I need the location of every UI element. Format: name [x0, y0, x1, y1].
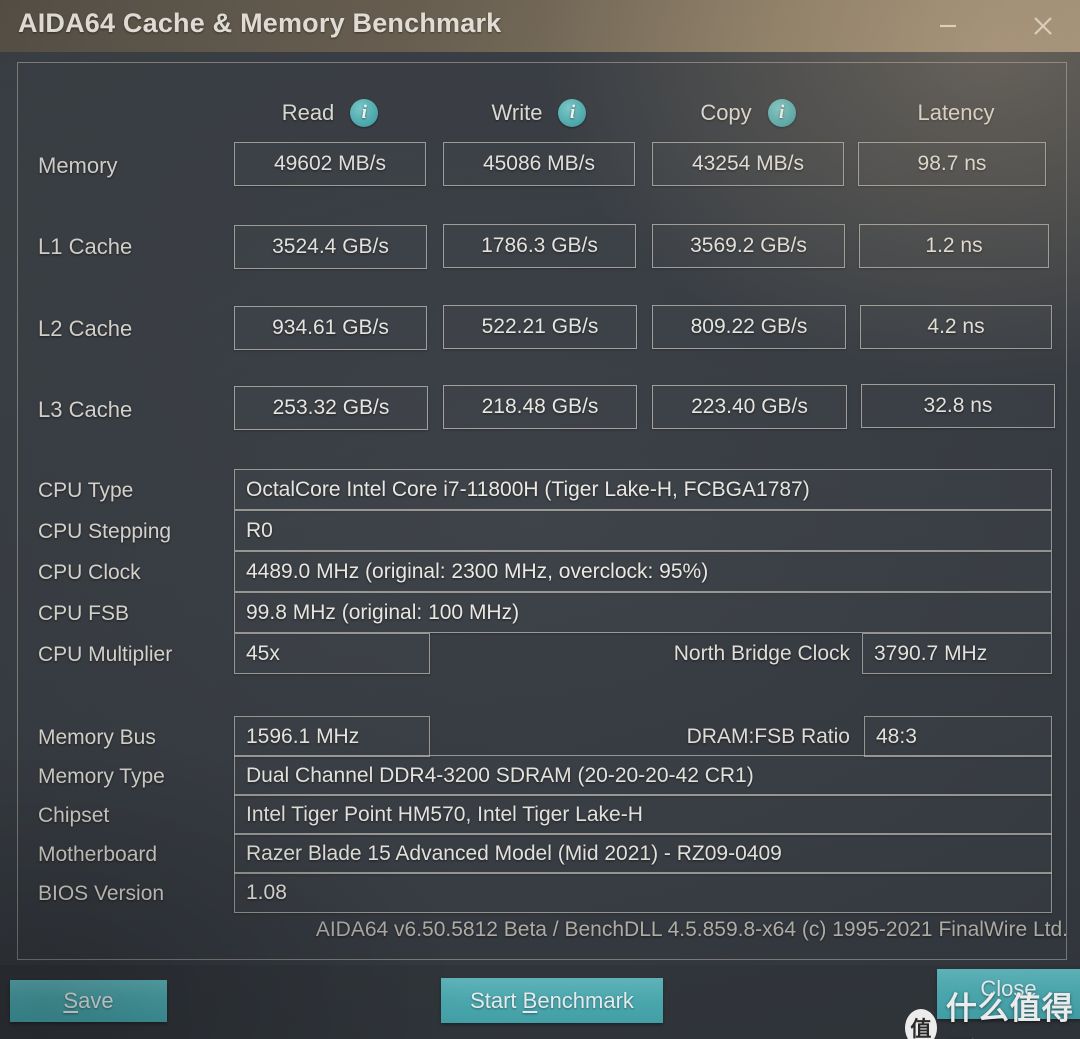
cell-l3-latency: 32.8 ns — [861, 384, 1055, 428]
column-header-label: Copy — [700, 100, 752, 125]
value-cpu-type: OctalCore Intel Core i7-11800H (Tiger La… — [234, 469, 1052, 510]
label-memory-bus: Memory Bus — [38, 726, 156, 749]
cell-l2-latency: 4.2 ns — [860, 305, 1052, 349]
value-bios-version: 1.08 — [234, 872, 1052, 913]
cell-l2-copy: 809.22 GB/s — [652, 305, 846, 349]
label-cpu-type: CPU Type — [38, 479, 134, 502]
start-benchmark-button[interactable]: Start Benchmark — [441, 978, 663, 1023]
label-cpu-stepping: CPU Stepping — [38, 520, 172, 543]
row-label-memory: Memory — [38, 153, 118, 178]
close-button-label: Close — [980, 976, 1037, 1001]
cell-l1-latency: 1.2 ns — [859, 224, 1049, 268]
start-button-label: Start Benchmark — [470, 987, 634, 1013]
cell-l3-write: 218.48 GB/s — [443, 385, 637, 429]
cell-memory-write: 45086 MB/s — [443, 142, 635, 186]
minimize-button[interactable] — [918, 0, 978, 52]
label-cpu-multiplier: CPU Multiplier — [38, 643, 173, 666]
close-button[interactable]: Close — [937, 969, 1080, 1019]
row-label-l1-cache: L1 Cache — [38, 234, 133, 259]
column-header-copy: Copy i — [652, 96, 844, 130]
start-accel-key: B — [522, 987, 538, 1013]
cell-l1-copy: 3569.2 GB/s — [652, 224, 845, 268]
label-bios-version: BIOS Version — [38, 882, 165, 905]
minimize-icon — [940, 24, 956, 28]
info-icon-write[interactable]: i — [558, 99, 587, 127]
close-icon — [1034, 17, 1052, 35]
label-north-bridge-clock: North Bridge Clock — [673, 641, 850, 665]
column-header-write: Write i — [443, 96, 635, 130]
value-north-bridge-clock: 3790.7 MHz — [862, 633, 1052, 674]
cell-l2-write: 522.21 GB/s — [443, 305, 637, 349]
save-accel-key: S — [63, 988, 79, 1013]
label-cpu-fsb: CPU FSB — [38, 602, 130, 625]
cell-l3-read: 253.32 GB/s — [234, 386, 428, 430]
value-motherboard: Razer Blade 15 Advanced Model (Mid 2021)… — [234, 833, 1052, 874]
column-header-label: Latency — [917, 100, 995, 125]
save-button-label: Save — [63, 988, 114, 1013]
label-cpu-clock: CPU Clock — [38, 561, 141, 584]
footer-bar: Save Start Benchmark Close — [0, 965, 1080, 1039]
close-window-button[interactable] — [1013, 0, 1073, 52]
value-dram-fsb-ratio: 48:3 — [864, 716, 1052, 757]
benchmark-panel: Read i Write i Copy i Latency Memory 496… — [0, 52, 1080, 965]
column-header-read: Read i — [234, 96, 426, 130]
value-memory-type: Dual Channel DDR4-3200 SDRAM (20-20-20-4… — [234, 755, 1052, 796]
value-cpu-clock: 4489.0 MHz (original: 2300 MHz, overcloc… — [234, 551, 1052, 592]
benchmark-grid: Read i Write i Copy i Latency Memory 496… — [0, 52, 1080, 965]
cell-memory-read: 49602 MB/s — [234, 142, 426, 186]
cell-memory-latency: 98.7 ns — [858, 142, 1046, 186]
cell-l3-copy: 223.40 GB/s — [652, 385, 847, 429]
info-icon-read[interactable]: i — [350, 99, 379, 127]
row-label-l3-cache: L3 Cache — [38, 397, 133, 422]
value-memory-bus: 1596.1 MHz — [234, 716, 430, 757]
save-button[interactable]: Save — [10, 980, 167, 1022]
label-motherboard: Motherboard — [38, 843, 158, 866]
window-titlebar: AIDA64 Cache & Memory Benchmark — [0, 0, 1080, 52]
cell-l1-write: 1786.3 GB/s — [443, 224, 636, 268]
page-title: AIDA64 Cache & Memory Benchmark — [18, 8, 502, 38]
value-cpu-fsb: 99.8 MHz (original: 100 MHz) — [234, 592, 1052, 633]
label-memory-type: Memory Type — [38, 765, 165, 788]
column-header-label: Write — [491, 100, 543, 125]
label-dram-fsb-ratio: DRAM:FSB Ratio — [686, 724, 850, 748]
value-cpu-stepping: R0 — [234, 510, 1052, 551]
value-cpu-multiplier: 45x — [234, 633, 430, 674]
cell-memory-copy: 43254 MB/s — [652, 142, 844, 186]
cell-l2-read: 934.61 GB/s — [234, 306, 427, 350]
column-header-label: Read — [281, 100, 335, 125]
cell-l1-read: 3524.4 GB/s — [234, 225, 427, 269]
value-chipset: Intel Tiger Point HM570, Intel Tiger Lak… — [234, 794, 1052, 835]
info-icon-copy[interactable]: i — [767, 99, 796, 127]
column-header-latency: Latency — [860, 96, 1052, 130]
label-chipset: Chipset — [38, 804, 110, 827]
version-footer-text: AIDA64 v6.50.5812 Beta / BenchDLL 4.5.85… — [315, 918, 1068, 941]
row-label-l2-cache: L2 Cache — [38, 316, 133, 341]
